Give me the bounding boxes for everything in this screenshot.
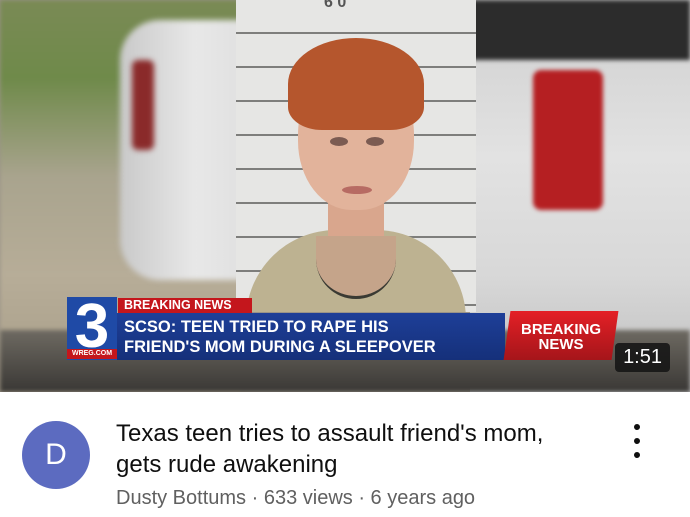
menu-dot — [634, 452, 640, 458]
video-thumbnail[interactable]: 6 0 3 WREG.COM BREAKING NEWS SCSO: TEEN … — [0, 0, 690, 392]
station-logo: 3 WREG.COM — [67, 292, 117, 361]
station-site: WREG.COM — [67, 349, 117, 359]
badge-line-1: BREAKING — [520, 321, 601, 338]
hair — [288, 38, 424, 130]
view-count: 633 views — [263, 487, 353, 509]
duration-badge: 1:51 — [615, 343, 670, 372]
police-car-window — [470, 0, 690, 60]
separator: · — [246, 487, 264, 509]
headline-line-2: FRIEND'S MOM DURING A SLEEPOVER — [124, 338, 436, 356]
more-vert-icon[interactable] — [625, 420, 649, 464]
separator: · — [352, 487, 371, 509]
channel-name[interactable]: Dusty Bottums — [116, 487, 246, 509]
upload-age: 6 years ago — [370, 487, 476, 509]
video-metadata: Dusty Bottums · 633 views · 6 years ago — [116, 487, 475, 510]
video-title[interactable]: Texas teen tries to assault friend's mom… — [116, 418, 586, 480]
right-eye — [366, 137, 384, 146]
mouth — [342, 186, 372, 194]
headline-bar: SCSO: TEEN TRIED TO RAPE HIS FRIEND'S MO… — [117, 313, 505, 360]
menu-dot — [634, 424, 640, 430]
mugshot-height-mark: 6 0 — [324, 0, 347, 11]
avatar-letter: D — [45, 438, 67, 471]
tail-light-left — [132, 60, 154, 150]
headline-line-1: SCSO: TEEN TRIED TO RAPE HIS — [124, 318, 389, 336]
breaking-news-tag: BREAKING NEWS — [118, 298, 252, 313]
tail-light-right — [533, 70, 603, 210]
mugshot-image: 6 0 — [236, 0, 476, 312]
left-eye — [330, 137, 348, 146]
badge-line-2: NEWS — [538, 336, 584, 353]
menu-dot — [634, 438, 640, 444]
channel-avatar[interactable]: D — [22, 421, 90, 489]
